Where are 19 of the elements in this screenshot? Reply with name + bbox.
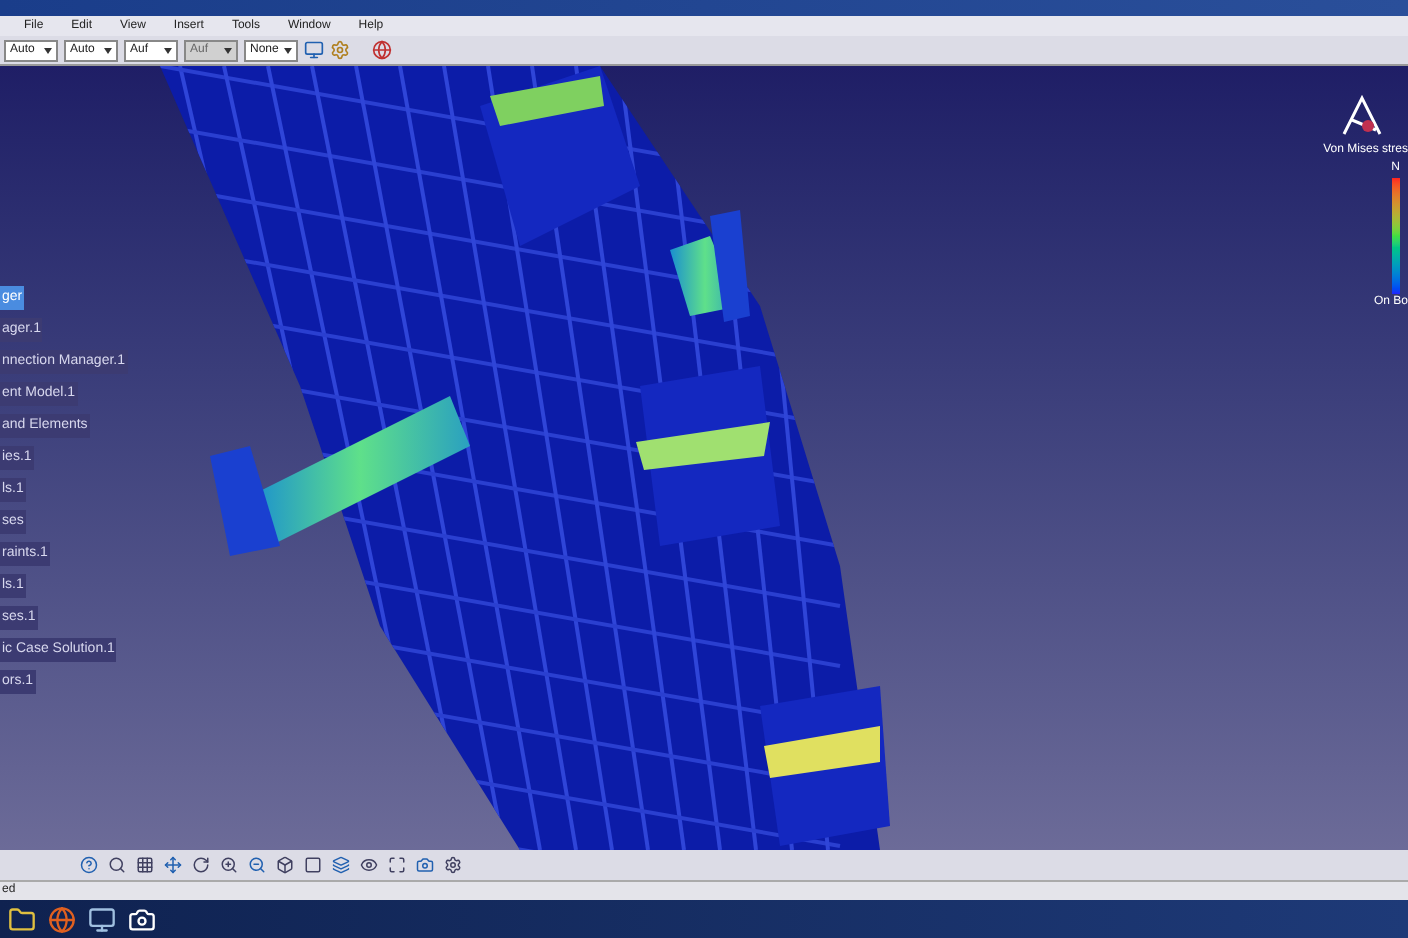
- monitor-icon[interactable]: [304, 40, 324, 60]
- move-icon[interactable]: [164, 856, 182, 874]
- color-scale: [1392, 178, 1400, 294]
- settings-icon[interactable]: [444, 856, 462, 874]
- eye-icon[interactable]: [360, 856, 378, 874]
- rotate-icon[interactable]: [192, 856, 210, 874]
- square-icon[interactable]: [304, 856, 322, 874]
- cube-icon[interactable]: [276, 856, 294, 874]
- search-icon[interactable]: [108, 856, 126, 874]
- browser-icon[interactable]: [48, 905, 76, 933]
- zoom-out-icon[interactable]: [248, 856, 266, 874]
- layers-icon[interactable]: [332, 856, 350, 874]
- zoom-in-icon[interactable]: [220, 856, 238, 874]
- grid-icon[interactable]: [136, 856, 154, 874]
- monitor-icon[interactable]: [88, 905, 116, 933]
- maximize-icon[interactable]: [388, 856, 406, 874]
- globe-icon[interactable]: [372, 40, 392, 60]
- help-icon[interactable]: [80, 856, 98, 874]
- folder-icon[interactable]: [8, 905, 36, 933]
